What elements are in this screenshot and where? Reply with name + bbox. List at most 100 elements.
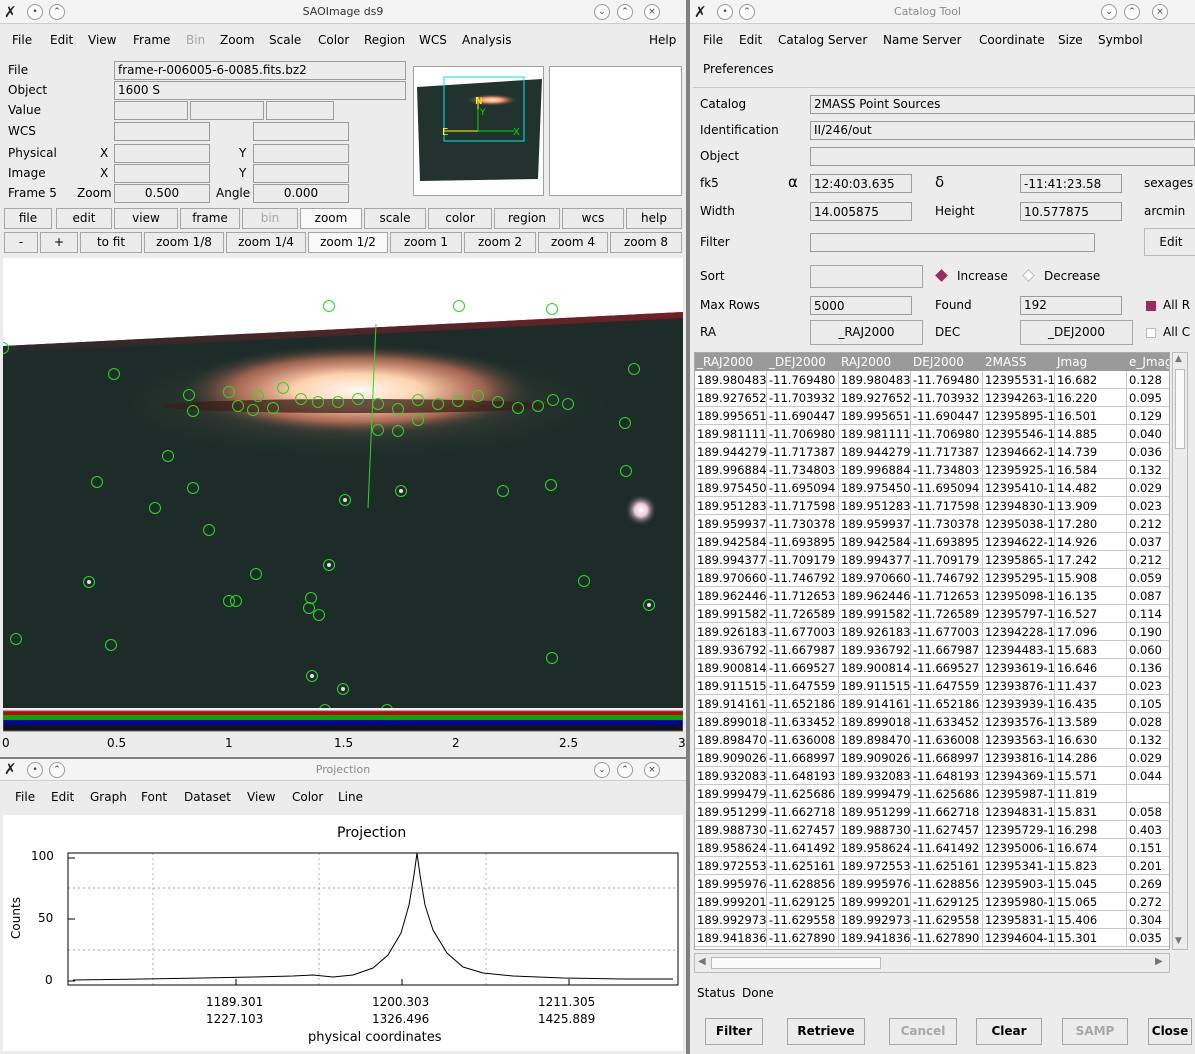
table-cell[interactable]: 0.151 [1127,839,1169,857]
table-cell[interactable]: 189.927652 [839,389,911,407]
table-cell[interactable]: 0.058 [1127,803,1169,821]
table-cell[interactable]: 189.970660 [695,569,767,587]
table-cell[interactable]: 12394662-1 [983,443,1055,461]
table-cell[interactable]: 0.029 [1127,479,1169,497]
zoom-1-4-button[interactable]: zoom 1/4 [226,232,306,253]
table-cell[interactable]: 15.301 [1055,929,1127,947]
zoom-in-button[interactable]: + [40,232,78,253]
table-cell[interactable]: 12395729-1 [983,821,1055,839]
table-cell[interactable]: -11.633452 [767,713,839,731]
zoom-8-button[interactable]: zoom 8 [610,232,682,253]
table-cell[interactable]: 189.941836 [839,929,911,947]
table-cell[interactable]: 12394604-1 [983,929,1055,947]
table-cell[interactable]: -11.695094 [911,479,983,497]
table-cell[interactable]: -11.629558 [911,911,983,929]
menu-edit[interactable]: Edit [50,33,73,47]
table-cell[interactable]: 16.135 [1055,587,1127,605]
table-cell[interactable]: 0.304 [1127,911,1169,929]
bb-region[interactable]: region [494,208,560,229]
table-cell[interactable]: -11.641492 [767,839,839,857]
table-cell[interactable]: -11.734803 [911,461,983,479]
zoom-2-button[interactable]: zoom 2 [464,232,536,253]
all-rows-checkbox[interactable] [1146,301,1156,311]
bb-bin[interactable]: bin [242,208,298,229]
table-cell[interactable]: 189.900814 [839,659,911,677]
filter-button[interactable]: Filter [705,1018,763,1045]
table-cell[interactable]: 12395006-1 [983,839,1055,857]
table-cell[interactable]: 189.951299 [695,803,767,821]
all-cols-checkbox[interactable] [1146,328,1156,338]
table-cell[interactable]: 0.095 [1127,389,1169,407]
table-cell[interactable]: 12393576-1 [983,713,1055,731]
table-cell[interactable]: 12394263-1 [983,389,1055,407]
proj-menu-dataset[interactable]: Dataset [184,790,231,804]
proj-menu-color[interactable]: Color [292,790,323,804]
table-cell[interactable]: 12393563-1 [983,731,1055,749]
table-cell[interactable]: -11.730378 [767,515,839,533]
menu-help[interactable]: Help [649,33,676,47]
table-cell[interactable]: 0.029 [1127,749,1169,767]
table-cell[interactable]: 16.646 [1055,659,1127,677]
table-cell[interactable]: 12395925-1 [983,461,1055,479]
table-cell[interactable]: -11.726589 [911,605,983,623]
table-cell[interactable]: -11.625686 [911,785,983,803]
table-cell[interactable]: 189.970660 [839,569,911,587]
bb-view[interactable]: view [114,208,178,229]
table-cell[interactable]: -11.677003 [767,623,839,641]
catalog-marker-circle[interactable] [453,300,465,312]
table-cell[interactable]: 12395098-1 [983,587,1055,605]
table-cell[interactable]: 12394830-1 [983,497,1055,515]
table-cell[interactable]: 12395531-1 [983,371,1055,389]
table-cell[interactable]: 12393939-1 [983,695,1055,713]
colorbar[interactable] [3,709,683,733]
table-cell[interactable]: 189.972553 [839,857,911,875]
table-cell[interactable]: 189.996884 [839,461,911,479]
table-cell[interactable]: -11.628856 [767,875,839,893]
table-cell[interactable]: 189.981111 [839,425,911,443]
table-cell[interactable]: 0.037 [1127,533,1169,551]
table-cell[interactable]: 189.951299 [839,803,911,821]
table-cell[interactable]: 15.571 [1055,767,1127,785]
table-cell[interactable]: 12393619-1 [983,659,1055,677]
table-cell[interactable]: -11.636008 [911,731,983,749]
table-cell[interactable]: 189.909026 [839,749,911,767]
table-cell[interactable]: 16.220 [1055,389,1127,407]
table-cell[interactable]: -11.730378 [911,515,983,533]
clear-button[interactable]: Clear [976,1018,1042,1045]
table-cell[interactable]: -11.652186 [911,695,983,713]
bb-zoom[interactable]: zoom [300,208,362,229]
table-cell[interactable]: 0.212 [1127,515,1169,533]
table-cell[interactable]: 189.958624 [695,839,767,857]
table-cell[interactable]: -11.662718 [911,803,983,821]
table-cell[interactable]: 189.909026 [695,749,767,767]
column-header-2mass[interactable]: 2MASS [983,353,1055,371]
table-cell[interactable]: -11.709179 [767,551,839,569]
table-cell[interactable]: 0.087 [1127,587,1169,605]
table-cell[interactable]: 189.999201 [839,893,911,911]
table-cell[interactable]: 189.926183 [839,623,911,641]
ra-input[interactable] [810,174,912,193]
table-vscrollbar[interactable]: ▲ ▼ [1172,352,1188,950]
table-cell[interactable]: -11.667987 [911,641,983,659]
table-cell[interactable]: 12395895-1 [983,407,1055,425]
table-cell[interactable]: 12393876-1 [983,677,1055,695]
table-cell[interactable]: 189.911515 [839,677,911,695]
table-cell[interactable]: 189.951283 [695,497,767,515]
menu-view[interactable]: View [88,33,116,47]
table-cell[interactable]: -11.629558 [767,911,839,929]
catalog-marker-circle[interactable] [546,303,558,315]
table-cell[interactable]: -11.669527 [767,659,839,677]
table-cell[interactable]: 189.995651 [839,407,911,425]
ra-column-button[interactable]: _RAJ2000 [810,320,923,345]
table-cell[interactable]: 189.914161 [695,695,767,713]
table-cell[interactable]: 189.995976 [839,875,911,893]
table-cell[interactable]: 11.819 [1055,785,1127,803]
table-cell[interactable]: -11.690447 [767,407,839,425]
table-cell[interactable]: 189.980483 [839,371,911,389]
table-cell[interactable]: 189.962446 [839,587,911,605]
table-cell[interactable]: 0.190 [1127,623,1169,641]
menu-wcs[interactable]: WCS [419,33,447,47]
table-cell[interactable]: 189.936792 [695,641,767,659]
table-cell[interactable]: 189.898470 [839,731,911,749]
table-cell[interactable]: -11.627890 [767,929,839,947]
